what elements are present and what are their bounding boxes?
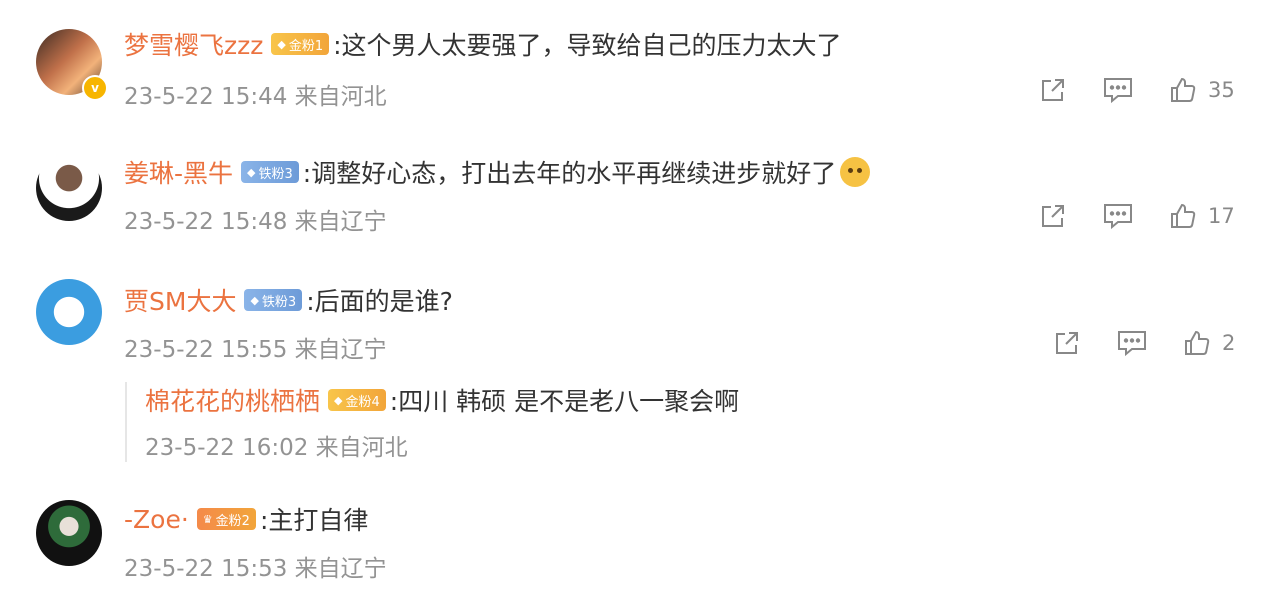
location: 来自辽宁 [294, 337, 387, 363]
share-icon [1056, 332, 1078, 354]
reply-text: :四川 韩硕 是不是老八一聚会啊 [389, 387, 740, 416]
like-count: 17 [1208, 204, 1235, 228]
comment-button[interactable] [1102, 201, 1134, 231]
username[interactable]: 姜琳-黑牛 [124, 154, 233, 190]
username[interactable]: 贾SM大大 [124, 282, 236, 318]
share-icon [1042, 79, 1064, 101]
timestamp: 23-5-22 16:02 [145, 435, 309, 461]
share-button[interactable] [1038, 201, 1068, 231]
crown-icon: ♛ [202, 512, 213, 526]
username[interactable]: 梦雪樱飞zzz [124, 26, 263, 62]
fan-badge[interactable]: ◆ 金粉4 [328, 389, 386, 411]
avatar[interactable] [36, 279, 102, 345]
share-button[interactable] [1038, 75, 1068, 105]
share-icon [1042, 205, 1064, 227]
location: 来自河北 [315, 435, 408, 461]
comment-text: :调整好心态，打出去年的水平再继续进步就好了 [302, 159, 837, 188]
comment-item: -Zoe· ♛ 金粉2 :主打自律 23-5-22 15:53 来自辽宁 [0, 485, 1274, 604]
verified-icon: v [82, 75, 108, 101]
comment-button[interactable] [1102, 75, 1134, 105]
comment-meta: 23-5-22 15:48 来自辽宁 [124, 202, 387, 236]
location: 来自辽宁 [294, 556, 387, 582]
diamond-icon: ◆ [277, 37, 286, 51]
like-button[interactable]: 2 [1182, 328, 1235, 358]
fan-badge[interactable]: ◆ 铁粉3 [241, 161, 299, 183]
thumbs-up-icon [1171, 203, 1196, 228]
avatar[interactable] [36, 500, 102, 566]
comment-meta: 23-5-22 15:55 来自辽宁 [124, 330, 387, 364]
timestamp: 23-5-22 15:48 [124, 209, 288, 235]
timestamp: 23-5-22 15:55 [124, 337, 288, 363]
fan-badge[interactable]: ◆ 铁粉3 [244, 289, 303, 311]
reply-meta: 23-5-22 16:02 来自河北 [145, 428, 408, 462]
comment-meta: 23-5-22 15:53 来自辽宁 [124, 549, 387, 583]
avatar[interactable] [36, 155, 102, 221]
comment-text: :这个男人太要强了，导致给自己的压力太大了 [333, 31, 842, 60]
comment-item: v 梦雪樱飞zzz ◆ 金粉1 :这个男人太要强了，导致给自己的压力太大了 23-… [0, 0, 1274, 130]
location: 来自河北 [294, 84, 387, 110]
thumbs-up-icon [1185, 330, 1210, 355]
comment-text: :后面的是谁? [306, 287, 453, 316]
diamond-icon: ◆ [334, 393, 343, 407]
reply-item: 棉花花的桃栖栖 ◆ 金粉4 :四川 韩硕 是不是老八一聚会啊 23-5-22 16… [125, 382, 1127, 462]
diamond-icon: ◆ [247, 165, 256, 179]
comment-button[interactable] [1116, 328, 1148, 358]
thumbs-up-icon [1171, 77, 1196, 102]
comment-meta: 23-5-22 15:44 来自河北 [124, 77, 387, 111]
fan-badge[interactable]: ♛ 金粉2 [196, 508, 256, 530]
timestamp: 23-5-22 15:53 [124, 556, 288, 582]
comment-item: 姜琳-黑牛 ◆ 铁粉3 :调整好心态，打出去年的水平再继续进步就好了 23-5-2… [0, 130, 1274, 260]
location: 来自辽宁 [294, 209, 387, 235]
share-button[interactable] [1052, 328, 1082, 358]
comment-text: :主打自律 [259, 506, 369, 535]
doge-emoji-icon [840, 157, 871, 187]
fan-badge[interactable]: ◆ 金粉1 [271, 33, 330, 55]
comment-item: 贾SM大大 ◆ 铁粉3 :后面的是谁? 23-5-22 15:55 来自辽宁 2 … [0, 260, 1274, 485]
like-count: 2 [1222, 331, 1236, 355]
comment-icon [1118, 331, 1146, 357]
comment-icon [1104, 204, 1132, 230]
username[interactable]: -Zoe· [124, 505, 189, 534]
like-button[interactable]: 17 [1168, 201, 1235, 231]
reply-username[interactable]: 棉花花的桃栖栖 [145, 382, 320, 418]
like-button[interactable]: 35 [1168, 75, 1235, 105]
timestamp: 23-5-22 15:44 [124, 84, 288, 110]
like-count: 35 [1208, 78, 1235, 102]
comment-icon [1104, 78, 1132, 104]
diamond-icon: ◆ [250, 293, 259, 307]
